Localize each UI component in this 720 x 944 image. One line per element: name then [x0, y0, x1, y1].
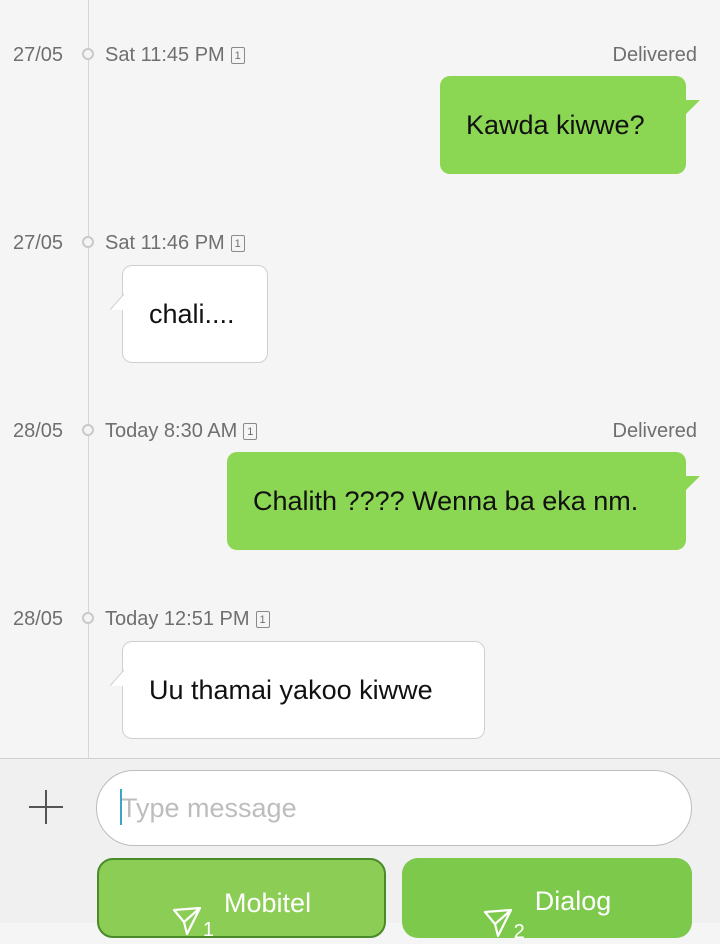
message-text: Kawda kiwwe?	[466, 109, 645, 140]
text-caret	[120, 789, 122, 825]
message-time-text: Today 8:30 AM	[105, 420, 238, 442]
delivery-status: Delivered	[612, 420, 697, 442]
sim-card-icon: 1	[230, 235, 245, 252]
sim-card-icon: 1	[243, 423, 258, 440]
send-button-dialog[interactable]: 2 Dialog	[402, 858, 692, 943]
send-icon	[483, 908, 512, 938]
outgoing-message-bubble[interactable]: Kawda kiwwe?	[440, 76, 700, 174]
message-date: 28/05	[13, 608, 64, 630]
message-time-text: Today 12:51 PM	[105, 608, 250, 630]
send-icon-wrap: 2	[483, 886, 525, 943]
message-time-text: Sat 11:46 PM	[105, 232, 225, 254]
timeline-dot-icon	[82, 612, 94, 624]
sim-card-icon: 1	[230, 47, 245, 64]
message-date: 27/05	[13, 232, 64, 254]
incoming-message-bubble[interactable]: chali....	[110, 265, 268, 363]
sim-number: 1	[202, 919, 215, 941]
message-time: Sat 11:45 PM 1	[105, 44, 245, 67]
message-time: Today 12:51 PM 1	[105, 608, 270, 631]
message-time: Sat 11:46 PM 1	[105, 232, 245, 255]
bubble-tail-icon	[110, 670, 124, 686]
send-button-label: Mobitel	[224, 888, 312, 918]
message-text: Uu thamai yakoo kiwwe	[149, 674, 433, 705]
send-icon	[172, 906, 202, 936]
incoming-message-bubble[interactable]: Uu thamai yakoo kiwwe	[110, 641, 485, 739]
send-button-mobitel[interactable]: 1 Mobitel	[97, 858, 386, 941]
outgoing-message-bubble[interactable]: Chalith ???? Wenna ba eka nm.	[227, 452, 700, 550]
message-text: Chalith ???? Wenna ba eka nm.	[253, 485, 639, 516]
send-icon-wrap: 1	[172, 888, 214, 941]
plus-icon[interactable]	[26, 787, 66, 827]
send-button-label: Dialog	[534, 886, 612, 916]
sim-number: 2	[513, 921, 525, 943]
sim-card-icon: 1	[255, 611, 270, 628]
message-text: chali....	[149, 298, 235, 329]
timeline-dot-icon	[82, 236, 94, 248]
message-time-text: Sat 11:45 PM	[105, 44, 225, 66]
message-date: 28/05	[13, 420, 64, 442]
message-time: Today 8:30 AM 1	[105, 420, 258, 443]
bubble-tail-icon	[110, 294, 124, 310]
message-input[interactable]	[96, 770, 692, 846]
message-composer: 1 Mobitel 2 Dialog	[0, 758, 720, 943]
message-date: 27/05	[13, 44, 64, 66]
timeline-dot-icon	[82, 48, 94, 60]
delivery-status: Delivered	[612, 44, 697, 66]
timeline-dot-icon	[82, 424, 94, 436]
timeline-line	[88, 0, 89, 758]
